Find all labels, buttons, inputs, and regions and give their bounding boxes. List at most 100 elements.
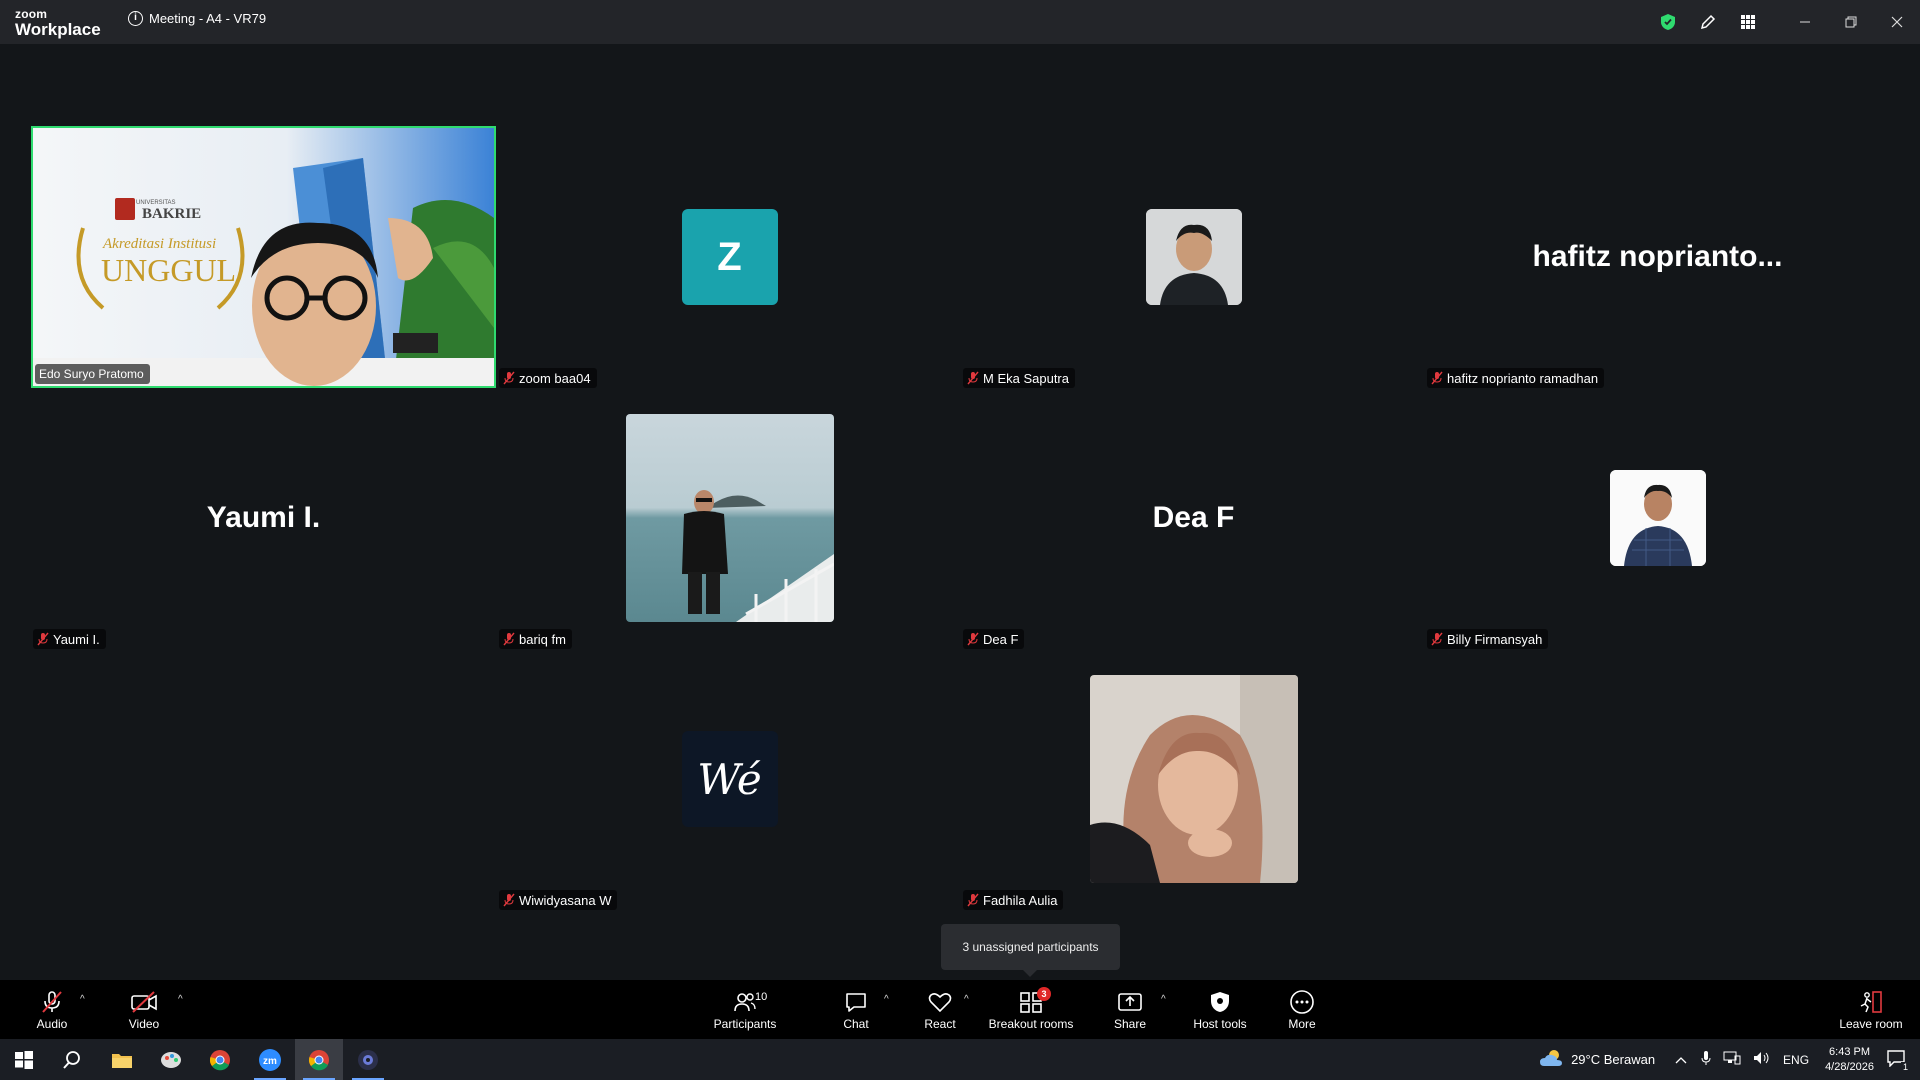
avatar: Wé: [681, 731, 778, 827]
participants-icon: 10: [733, 989, 767, 1015]
logo-zoom: zoom: [15, 7, 48, 21]
participant-name-tag: Fadhila Aulia: [963, 890, 1064, 910]
mic-muted-icon: [503, 632, 515, 646]
meeting-toolbar: Audio ^ Video ^ 10 Participants Chat ^ R…: [0, 980, 1920, 1039]
mic-muted-icon: [967, 893, 979, 907]
video-tile-wiwidyasana[interactable]: Wé Wiwidyasana W: [497, 648, 962, 910]
unassigned-tooltip: 3 unassigned participants: [941, 924, 1120, 977]
video-off-icon: [130, 989, 158, 1015]
chat-icon: [844, 989, 868, 1015]
video-tile-billy[interactable]: Billy Firmansyah: [1425, 387, 1890, 649]
video-label: Video: [128, 1016, 160, 1031]
share-options-caret[interactable]: ^: [1161, 994, 1166, 1005]
participant-name-tag: M Eka Saputra: [963, 368, 1075, 388]
participant-name-tag: Dea F: [963, 629, 1025, 649]
share-label: Share: [1113, 1016, 1147, 1031]
clock-date: 4/28/2026: [1825, 1060, 1874, 1073]
participant-name: Edo Suryo Pratomo: [39, 367, 144, 381]
host-tools-shield-icon: [1209, 989, 1231, 1015]
file-explorer-icon[interactable]: [98, 1039, 146, 1080]
logo-workplace: Workplace: [15, 20, 101, 39]
shield-icon[interactable]: [1648, 0, 1688, 44]
react-button[interactable]: React: [918, 980, 962, 1039]
weather-icon[interactable]: [1539, 1047, 1565, 1072]
participant-name-tag: Yaumi I.: [33, 629, 106, 649]
video-tile-hafitz[interactable]: hafitz noprianto... hafitz noprianto ram…: [1425, 126, 1890, 388]
leave-room-label: Leave room: [1839, 1016, 1903, 1031]
apps-grid-icon[interactable]: [1728, 0, 1768, 44]
more-label: More: [1288, 1016, 1316, 1031]
search-icon[interactable]: [48, 1039, 96, 1080]
close-button[interactable]: [1874, 0, 1920, 44]
paint-app-icon[interactable]: [147, 1039, 195, 1080]
video-button[interactable]: Video: [122, 980, 166, 1039]
language-indicator[interactable]: ENG: [1783, 1053, 1809, 1067]
mic-muted-icon: [503, 371, 515, 385]
participant-name: Wiwidyasana W: [519, 892, 612, 908]
meeting-info[interactable]: i Meeting - A4 - VR79: [128, 11, 266, 26]
audio-button[interactable]: Audio: [30, 980, 74, 1039]
video-tile-m-eka-saputra[interactable]: M Eka Saputra: [961, 126, 1426, 388]
display-name: Dea F: [1152, 501, 1235, 534]
avatar: Z: [681, 209, 778, 305]
app-logo: zoom Workplace: [15, 8, 101, 38]
leave-room-button[interactable]: Leave room: [1836, 980, 1906, 1039]
mic-muted-icon: [37, 632, 49, 646]
video-options-caret[interactable]: ^: [178, 994, 183, 1005]
participant-name-tag: Edo Suryo Pratomo: [35, 364, 150, 384]
breakout-rooms-button[interactable]: 3 Breakout rooms: [986, 980, 1076, 1039]
audio-options-caret[interactable]: ^: [80, 994, 85, 1005]
network-icon[interactable]: [1723, 1051, 1741, 1068]
grade-text: UNGGUL: [101, 252, 237, 288]
participants-label: Participants: [713, 1016, 777, 1031]
participants-button[interactable]: 10 Participants: [710, 980, 780, 1039]
participant-name: Dea F: [983, 631, 1019, 647]
restore-button[interactable]: [1828, 0, 1874, 44]
video-tile-yaumi[interactable]: Yaumi I. Yaumi I.: [31, 387, 496, 649]
share-button[interactable]: Share: [1107, 980, 1153, 1039]
avatar: [1089, 675, 1298, 883]
participant-name: Billy Firmansyah: [1447, 631, 1543, 647]
video-tile-edo[interactable]: UNIVERSITAS BAKRIE Akreditasi Institusi …: [31, 126, 496, 388]
info-icon[interactable]: i: [128, 11, 143, 26]
chat-button[interactable]: Chat: [834, 980, 878, 1039]
mic-muted-icon: [1431, 371, 1443, 385]
pencil-icon[interactable]: [1688, 0, 1728, 44]
host-tools-button[interactable]: Host tools: [1190, 980, 1250, 1039]
volume-icon[interactable]: [1753, 1051, 1771, 1068]
host-tools-label: Host tools: [1193, 1016, 1247, 1031]
leave-room-icon: [1858, 989, 1884, 1015]
video-tile-fadhila[interactable]: Fadhila Aulia: [961, 648, 1426, 910]
mic-muted-icon: [39, 989, 65, 1015]
start-button[interactable]: [0, 1039, 48, 1080]
zoom-app-icon[interactable]: zm: [246, 1039, 294, 1080]
microphone-icon[interactable]: [1701, 1050, 1711, 1069]
participants-count: 10: [755, 990, 768, 1003]
clock[interactable]: 6:43 PM 4/28/2026: [1825, 1045, 1874, 1075]
mic-muted-icon: [967, 632, 979, 646]
notification-count: 1: [1900, 1062, 1910, 1072]
participant-name: Yaumi I.: [53, 631, 100, 647]
clock-time: 6:43 PM: [1829, 1045, 1871, 1058]
weather-text[interactable]: 29°C Berawan: [1571, 1052, 1655, 1067]
video-tile-zoom-baa04[interactable]: Z zoom baa04: [497, 126, 962, 388]
minimize-button[interactable]: [1782, 0, 1828, 44]
avatar: [1609, 470, 1706, 566]
video-tile-dea[interactable]: Dea F Dea F: [961, 387, 1426, 649]
more-icon: [1289, 989, 1315, 1015]
react-options-caret[interactable]: ^: [964, 994, 969, 1005]
chat-options-caret[interactable]: ^: [884, 994, 889, 1005]
more-button[interactable]: More: [1280, 980, 1324, 1039]
chrome-active-icon[interactable]: [295, 1039, 343, 1080]
video-tile-bariq[interactable]: bariq fm: [497, 387, 962, 649]
brand-name: BAKRIE: [142, 206, 202, 222]
notification-icon[interactable]: 1: [1886, 1049, 1910, 1072]
participant-name-tag: bariq fm: [499, 629, 572, 649]
display-name: Yaumi I.: [206, 501, 321, 534]
mic-muted-icon: [967, 371, 979, 385]
chrome-icon[interactable]: [196, 1039, 244, 1080]
camera-app-icon[interactable]: [344, 1039, 392, 1080]
share-icon: [1117, 989, 1143, 1015]
chevron-up-icon[interactable]: [1675, 1052, 1687, 1067]
video-feed: UNIVERSITAS BAKRIE Akreditasi Institusi …: [33, 128, 494, 386]
